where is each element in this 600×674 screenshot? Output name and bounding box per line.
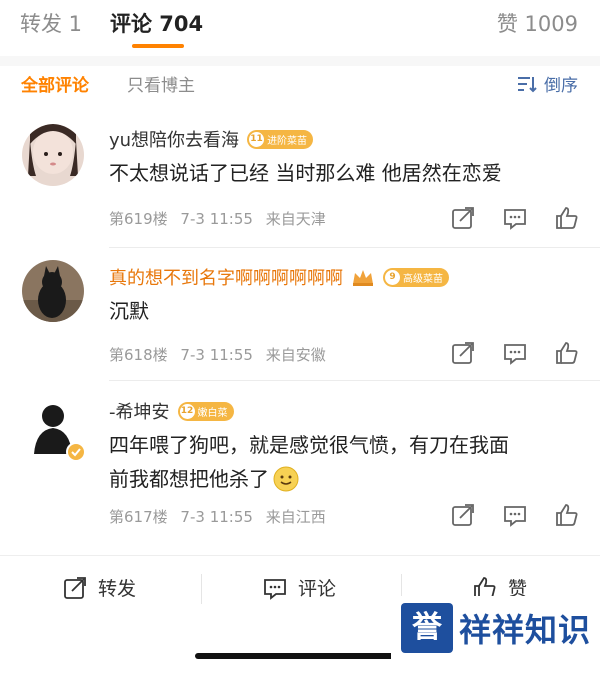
comment-text: 不太想说话了已经 当时那么难 他居然在恋爱 (109, 161, 502, 185)
comment-actions (424, 340, 580, 366)
like-icon[interactable] (554, 340, 580, 366)
active-tab-indicator (132, 44, 184, 48)
comment-text-line: 四年喂了狗吧，就是感觉很气愤，有刀在我面 (109, 433, 509, 457)
bottom-separator (201, 574, 202, 604)
repost-label: 转发 (98, 578, 137, 600)
comment-actions (424, 502, 580, 528)
comment-date: 7-3 11:55 (180, 210, 253, 228)
row-divider (109, 380, 600, 381)
reply-icon[interactable] (502, 205, 528, 231)
username[interactable]: -希坤安 12 嫩白菜 (109, 398, 234, 424)
username[interactable]: 真的想不到名字啊啊啊啊啊啊 9 高级菜苗 (109, 264, 449, 290)
comment-label: 评论 (298, 578, 337, 600)
comment-location: 来自天津 (265, 210, 326, 228)
reply-icon[interactable] (502, 340, 528, 366)
comment-location: 来自安徽 (265, 346, 326, 364)
username-text: 真的想不到名字啊啊啊啊啊啊 (109, 268, 343, 289)
comment-text-line-2: 前我都想把他杀了 (109, 467, 269, 491)
filter-owner-only[interactable]: 只看博主 (127, 71, 195, 96)
badge-level: 12 (179, 403, 195, 419)
tab-like[interactable]: 赞 1009 (497, 8, 578, 38)
comment-text: 沉默 (109, 299, 149, 323)
row-divider (109, 247, 600, 248)
comment-text-line: 前我都想把他杀了 (109, 462, 589, 496)
verified-badge-icon (66, 442, 86, 462)
comment-filter-bar: 全部评论 只看博主 倒序 (0, 66, 600, 104)
comment-meta: 第617楼 7-3 11:55 来自江西 (109, 506, 334, 527)
comment-location: 来自江西 (265, 508, 326, 526)
badge-text: 进阶菜苗 (267, 135, 308, 147)
level-badge: 11 进阶菜苗 (247, 129, 314, 149)
comment-icon (264, 578, 286, 600)
floor-number: 第619楼 (109, 210, 168, 228)
filter-all-comments[interactable]: 全部评论 (21, 71, 89, 96)
badge-text: 嫩白菜 (197, 407, 228, 419)
tab-bar: 转发 1 评论 704 赞 1009 (0, 0, 600, 56)
watermark-logo: 誉 (401, 603, 453, 653)
username-text: -希坤安 (109, 402, 170, 423)
like-icon[interactable] (554, 502, 580, 528)
comment-text: 四年喂了狗吧，就是感觉很气愤，有刀在我面 前我都想把他杀了 (109, 428, 589, 496)
sort-icon (518, 76, 537, 92)
crown-icon (353, 270, 373, 286)
comment-item: -希坤安 12 嫩白菜 四年喂了狗吧，就是感觉很气愤，有刀在我面 前我都想把他杀… (0, 394, 600, 544)
tab-comment[interactable]: 评论 704 (110, 8, 203, 38)
floor-number: 第617楼 (109, 508, 168, 526)
share-icon[interactable] (450, 205, 476, 231)
repost-icon (64, 576, 86, 599)
watermark-text: 祥祥知识 (459, 611, 592, 649)
repost-button[interactable]: 转发 (62, 574, 136, 601)
section-divider (0, 56, 600, 66)
home-indicator (195, 653, 405, 659)
comment-item: 真的想不到名字啊啊啊啊啊啊 9 高级菜苗 沉默 第618楼 7-3 11:55 … (0, 260, 600, 380)
username[interactable]: yu想陪你去看海 11 进阶菜苗 (109, 126, 314, 152)
comment-meta: 第619楼 7-3 11:55 来自天津 (109, 208, 334, 229)
floor-number: 第618楼 (109, 346, 168, 364)
badge-level: 11 (249, 131, 265, 147)
comment-date: 7-3 11:55 (180, 508, 253, 526)
badge-level: 9 (385, 269, 400, 285)
comment-item: yu想陪你去看海 11 进阶菜苗 不太想说话了已经 当时那么难 他居然在恋爱 第… (0, 122, 600, 247)
sort-label: 倒序 (544, 76, 578, 96)
reply-icon[interactable] (502, 502, 528, 528)
comment-button[interactable]: 评论 (262, 574, 336, 601)
badge-text: 高级菜苗 (403, 273, 443, 285)
username-text: yu想陪你去看海 (109, 130, 240, 151)
comment-meta: 第618楼 7-3 11:55 来自安徽 (109, 344, 334, 365)
comment-actions (424, 205, 580, 231)
avatar[interactable] (22, 124, 84, 186)
level-badge: 12 嫩白菜 (177, 401, 234, 421)
avatar[interactable] (22, 260, 84, 322)
share-icon[interactable] (450, 502, 476, 528)
comment-date: 7-3 11:55 (180, 346, 253, 364)
level-badge: 9 高级菜苗 (383, 267, 449, 287)
share-icon[interactable] (450, 340, 476, 366)
smile-emoji-icon (273, 466, 299, 492)
watermark: 誉 祥祥知识 (391, 596, 600, 660)
tab-repost[interactable]: 转发 1 (20, 8, 82, 38)
sort-button[interactable]: 倒序 (516, 71, 578, 96)
like-icon[interactable] (554, 205, 580, 231)
avatar[interactable] (22, 396, 86, 462)
